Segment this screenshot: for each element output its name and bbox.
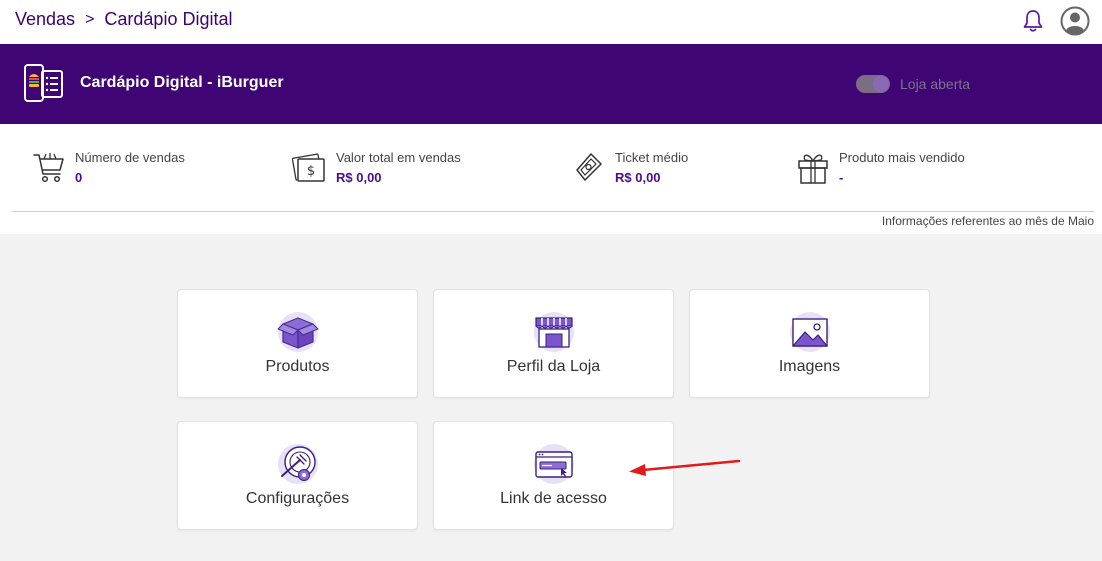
card-store-profile[interactable]: Perfil da Loja: [433, 289, 674, 398]
stat-label: Número de vendas: [75, 150, 185, 165]
info-note: Informações referentes ao mês de Maio: [881, 214, 1094, 228]
storefront-icon: [533, 312, 574, 352]
money-icon: $: [292, 153, 325, 182]
stat-label: Ticket médio: [615, 150, 689, 165]
store-title: Cardápio Digital - iBurguer: [80, 74, 284, 91]
stat-label: Produto mais vendido: [839, 150, 965, 165]
settings-plate-icon: [277, 444, 318, 484]
card-images[interactable]: Imagens: [689, 289, 930, 398]
card-label: Perfil da Loja: [506, 358, 601, 375]
image-icon: [789, 312, 830, 352]
svg-text:$: $: [307, 164, 315, 179]
card-label: Produtos: [265, 358, 330, 375]
link-browser-icon: [533, 444, 574, 484]
breadcrumb-separator: >: [85, 10, 95, 28]
store-header: Cardápio Digital - iBurguer Loja aberta: [0, 44, 1102, 124]
sales-stats: Número de vendas 0 $ Valor total em vend…: [0, 124, 1102, 212]
stat-value: 0: [75, 170, 83, 185]
stats-divider: [12, 211, 1094, 212]
toggle-knob: [873, 76, 889, 92]
breadcrumb: Vendas > Cardápio Digital: [15, 9, 232, 30]
top-bar: Vendas > Cardápio Digital: [0, 0, 1102, 44]
card-products[interactable]: Produtos: [177, 289, 418, 398]
stat-label: Valor total em vendas: [336, 150, 461, 165]
card-label: Configurações: [245, 490, 350, 507]
user-avatar-icon[interactable]: [1060, 6, 1090, 36]
card-settings[interactable]: Configurações: [177, 421, 418, 530]
card-label: Imagens: [778, 358, 841, 375]
red-arrow-annotation: [629, 459, 741, 476]
digital-menu-logo-icon: [24, 64, 63, 102]
stat-value: -: [839, 170, 844, 185]
store-open-toggle[interactable]: [856, 75, 890, 93]
stat-value: R$ 0,00: [336, 170, 382, 185]
ticket-icon: [576, 153, 602, 181]
gift-icon: [798, 154, 828, 184]
bell-icon[interactable]: [1021, 8, 1045, 34]
box-icon: [277, 312, 318, 352]
shopping-cart-icon: [33, 153, 64, 183]
stat-value: R$ 0,00: [615, 170, 661, 185]
card-label: Link de acesso: [500, 490, 607, 507]
breadcrumb-current: Cardápio Digital: [104, 9, 233, 29]
breadcrumb-root[interactable]: Vendas: [15, 9, 75, 30]
store-open-label: Loja aberta: [900, 76, 971, 92]
